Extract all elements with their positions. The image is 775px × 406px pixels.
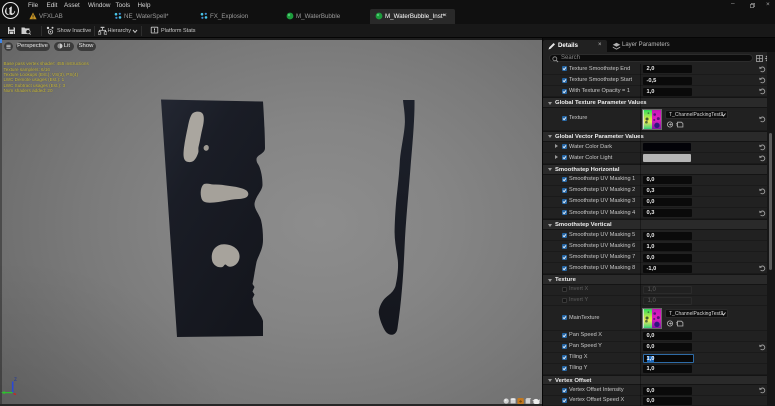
svg-text:z: z: [14, 377, 17, 383]
